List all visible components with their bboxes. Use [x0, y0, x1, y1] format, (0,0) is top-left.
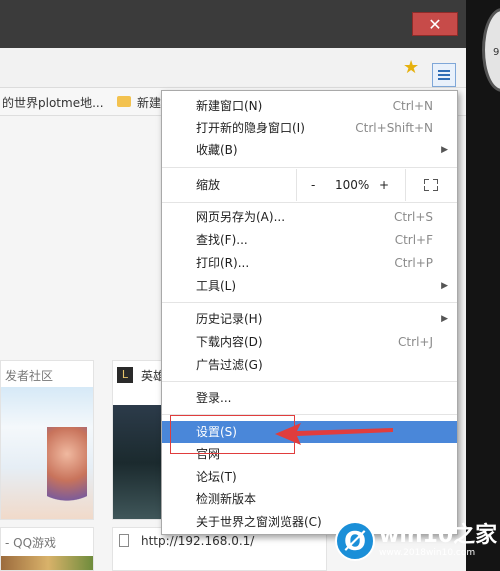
menu-item-shortcut: Ctrl+P: [394, 256, 433, 270]
title-bar: ✕: [0, 0, 466, 48]
zoom-in-button[interactable]: +: [379, 169, 389, 201]
menu-item-label: 新建窗口(N): [196, 99, 263, 113]
menu-item-label: 下载内容(D): [196, 335, 263, 349]
tile-thumbnail: [1, 387, 93, 519]
menu-item-incognito[interactable]: 打开新的隐身窗口(I) Ctrl+Shift+N: [162, 117, 457, 139]
toolbar: ★: [0, 48, 466, 88]
menu-item-label: 检测新版本: [196, 492, 257, 506]
menu-item-label: 查找(F)...: [196, 233, 248, 247]
watermark-url: www.2018win10.com: [379, 548, 476, 558]
folder-icon: [117, 96, 131, 107]
win10-logo-icon: Ø: [335, 521, 375, 561]
submenu-arrow-icon: ▶: [441, 314, 448, 324]
menu-item-label: 打开新的隐身窗口(I): [196, 121, 305, 135]
menu-item-label: 网页另存为(A)...: [196, 210, 286, 224]
page-icon: [119, 534, 129, 547]
tile-title: - QQ游戏: [5, 536, 57, 550]
zoom-out-button[interactable]: -: [311, 169, 315, 201]
zoom-row: 缩放 - 100% +: [162, 169, 457, 201]
menu-item-shortcut: Ctrl+F: [394, 233, 433, 247]
menu-item-label: 打印(R)...: [196, 256, 250, 270]
fullscreen-icon[interactable]: [424, 179, 438, 191]
menu-item-print[interactable]: 打印(R)... Ctrl+P: [162, 252, 457, 274]
menu-item-label: 论坛(T): [196, 470, 237, 484]
submenu-arrow-icon: ▶: [441, 281, 448, 291]
zoom-controls: - 100% +: [296, 169, 406, 201]
menu-item-history[interactable]: 历史记录(H) ▶: [162, 308, 457, 330]
menu-item-label: 收藏(B): [196, 143, 238, 157]
zoom-label: 缩放: [196, 178, 221, 192]
hamburger-icon-line: [438, 78, 450, 80]
menu-item-forum[interactable]: 论坛(T): [162, 466, 457, 488]
menu-item-favorites[interactable]: 收藏(B) ▶: [162, 139, 457, 161]
tile-thumbnail: [113, 405, 161, 519]
submenu-arrow-icon: ▶: [441, 145, 448, 155]
menu-item-shortcut: Ctrl+Shift+N: [355, 121, 433, 135]
menu-item-label: 工具(L): [196, 279, 237, 293]
speed-dial-tile[interactable]: 发者社区: [0, 360, 94, 520]
speed-dial-tile[interactable]: L 英雄: [112, 360, 162, 520]
menu-separator: [162, 202, 457, 203]
hamburger-icon-line: [438, 70, 450, 72]
menu-item-tools[interactable]: 工具(L) ▶: [162, 275, 457, 297]
menu-item-label: 关于世界之窗浏览器(C): [196, 515, 322, 529]
menu-separator: [162, 302, 457, 303]
pointer-arrow-icon: [275, 423, 393, 445]
tile-title: http://192.168.0.1/: [141, 534, 255, 548]
menu-item-shortcut: Ctrl+S: [393, 210, 433, 224]
clock-number: 9: [493, 47, 500, 58]
menu-item-label: 登录...: [196, 391, 232, 405]
tile-title: 英雄: [141, 369, 161, 383]
hamburger-icon-line: [438, 74, 450, 76]
menu-separator: [162, 381, 457, 382]
star-icon[interactable]: ★: [403, 57, 419, 78]
menu-item-new-window[interactable]: 新建窗口(N) Ctrl+N: [162, 95, 457, 117]
menu-item-ad-filter[interactable]: 广告过滤(G): [162, 354, 457, 376]
menu-item-check-update[interactable]: 检测新版本: [162, 488, 457, 510]
menu-item-save-as[interactable]: 网页另存为(A)... Ctrl+S: [162, 206, 457, 228]
tile-thumbnail: [1, 556, 93, 570]
watermark-brand: win10之家: [379, 523, 498, 548]
bookmark-folder[interactable]: 新建: [137, 94, 161, 111]
speed-dial-tile[interactable]: - QQ游戏: [0, 527, 94, 571]
menu-item-login[interactable]: 登录...: [162, 387, 457, 409]
browser-window: ✕ ★ 的世界plotme地... 新建 发者社区 L 英雄 - QQ游戏 ht…: [0, 0, 466, 571]
menu-item-downloads[interactable]: 下载内容(D) Ctrl+J: [162, 331, 457, 353]
menu-item-shortcut: Ctrl+J: [398, 335, 433, 349]
main-menu: 新建窗口(N) Ctrl+N 打开新的隐身窗口(I) Ctrl+Shift+N …: [161, 90, 458, 535]
menu-item-label: 广告过滤(G): [196, 358, 263, 372]
desktop-clock-gadget: 9: [482, 8, 500, 92]
close-button[interactable]: ✕: [412, 12, 458, 36]
watermark: Ø win10之家 www.2018win10.com: [333, 515, 500, 571]
lol-logo-icon: L: [117, 367, 133, 383]
menu-item-shortcut: Ctrl+N: [392, 99, 433, 113]
bookmark-item[interactable]: 的世界plotme地...: [2, 94, 104, 111]
menu-button[interactable]: [432, 63, 456, 87]
menu-item-label: 历史记录(H): [196, 312, 263, 326]
menu-separator: [162, 167, 457, 168]
menu-item-find[interactable]: 查找(F)... Ctrl+F: [162, 229, 457, 251]
tile-title: 发者社区: [5, 369, 54, 383]
zoom-value: 100%: [335, 178, 370, 192]
